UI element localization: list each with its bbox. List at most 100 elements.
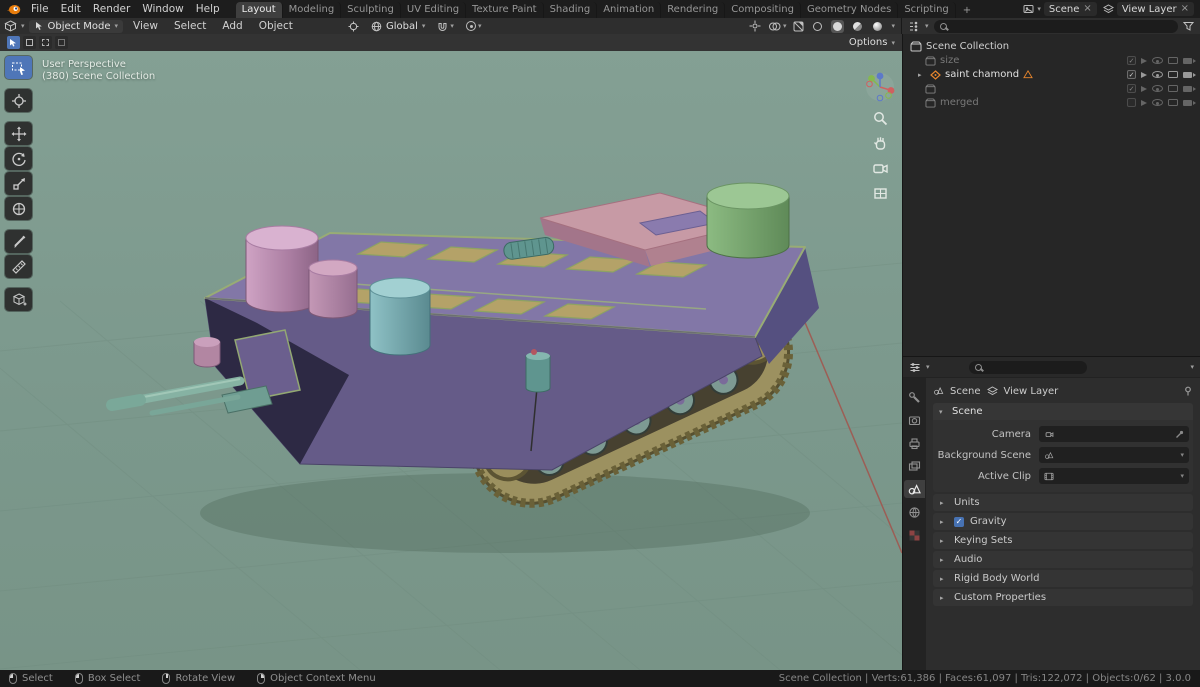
filter-icon[interactable] bbox=[1183, 21, 1194, 31]
exclude-checkbox[interactable]: ✓ bbox=[1127, 84, 1136, 93]
outliner-search-input[interactable] bbox=[950, 20, 1172, 32]
tab-sculpting[interactable]: Sculpting bbox=[341, 2, 401, 18]
outliner-editor-icon[interactable] bbox=[908, 21, 920, 32]
selectable-icon[interactable] bbox=[1141, 85, 1147, 92]
outliner-mode-caret-icon[interactable]: ▾ bbox=[925, 22, 929, 30]
properties-caret-icon[interactable]: ▾ bbox=[926, 363, 930, 371]
options-dropdown[interactable]: Options ▾ bbox=[849, 37, 895, 48]
shading-caret-icon[interactable]: ▾ bbox=[891, 22, 895, 30]
show-gizmo-toggle[interactable] bbox=[749, 20, 761, 32]
render-disable-icon[interactable] bbox=[1183, 71, 1196, 78]
scene-datablock[interactable]: Scene × bbox=[1043, 2, 1097, 16]
properties-options-caret-icon[interactable]: ▾ bbox=[1190, 363, 1194, 371]
navigation-gizmo[interactable] bbox=[865, 72, 895, 102]
outliner-row-saint-chamond[interactable]: ▸ saint chamond ✓ bbox=[903, 68, 1200, 81]
cursor-tool-button[interactable] bbox=[5, 89, 32, 112]
tab-rendering[interactable]: Rendering bbox=[661, 2, 726, 18]
tab-world-properties[interactable] bbox=[904, 503, 925, 521]
scene-browse-caret-icon[interactable]: ▾ bbox=[1037, 5, 1041, 13]
zoom-icon[interactable] bbox=[872, 110, 889, 127]
blender-logo-icon[interactable] bbox=[5, 3, 21, 16]
menu-object[interactable]: Object bbox=[253, 20, 299, 32]
pivot-point-dropdown[interactable] bbox=[348, 21, 359, 32]
viewport-3d[interactable]: Options ▾ User Perspective (380) Scene C… bbox=[0, 34, 902, 670]
section-rigid-body-world[interactable]: ▸ Rigid Body World bbox=[933, 570, 1193, 587]
tab-animation[interactable]: Animation bbox=[597, 2, 662, 18]
section-audio[interactable]: ▸ Audio bbox=[933, 551, 1193, 568]
selectable-icon[interactable] bbox=[1141, 99, 1147, 106]
section-keying-sets[interactable]: ▸ Keying Sets bbox=[933, 532, 1193, 549]
orientation-dropdown[interactable]: Global ▾ bbox=[371, 21, 425, 32]
add-workspace-button[interactable]: + bbox=[956, 3, 978, 18]
scale-tool-button[interactable] bbox=[5, 172, 32, 195]
tab-tool-properties[interactable] bbox=[904, 388, 925, 406]
breadcrumb-scene[interactable]: Scene bbox=[950, 386, 981, 397]
viewport-disable-icon[interactable] bbox=[1168, 71, 1178, 78]
tab-texture-properties[interactable] bbox=[904, 526, 925, 544]
outliner-row-collection[interactable]: ✓ bbox=[903, 82, 1200, 95]
measure-tool-button[interactable] bbox=[5, 255, 32, 278]
shading-rendered-button[interactable] bbox=[871, 20, 884, 33]
section-units[interactable]: ▸ Units bbox=[933, 494, 1193, 511]
view-layer-icon[interactable] bbox=[1102, 4, 1114, 14]
menu-help[interactable]: Help bbox=[190, 0, 226, 18]
expand-icon[interactable]: ▸ bbox=[918, 71, 926, 79]
properties-editor-icon[interactable] bbox=[909, 362, 921, 373]
pin-icon[interactable] bbox=[1183, 386, 1193, 396]
active-tool-icon[interactable] bbox=[7, 36, 20, 49]
outliner-search[interactable] bbox=[933, 19, 1178, 33]
move-tool-button[interactable] bbox=[5, 122, 32, 145]
editor-type-icon[interactable] bbox=[4, 20, 17, 32]
shading-solid-button[interactable] bbox=[831, 19, 845, 33]
background-scene-field[interactable]: ▾ bbox=[1039, 447, 1189, 463]
menu-view[interactable]: View bbox=[127, 20, 164, 32]
pan-hand-icon[interactable] bbox=[872, 135, 889, 152]
render-disable-icon[interactable] bbox=[1183, 85, 1196, 92]
tab-layout[interactable]: Layout bbox=[235, 2, 283, 18]
exclude-checkbox[interactable]: ✓ bbox=[1127, 70, 1136, 79]
menu-select[interactable]: Select bbox=[168, 20, 212, 32]
outliner-row-scene-collection[interactable]: Scene Collection bbox=[903, 40, 1200, 53]
viewport-disable-icon[interactable] bbox=[1168, 99, 1178, 106]
editor-type-caret-icon[interactable]: ▾ bbox=[21, 22, 25, 30]
eyedropper-icon[interactable] bbox=[1175, 430, 1184, 439]
render-disable-icon[interactable] bbox=[1183, 57, 1196, 64]
exclude-checkbox[interactable]: ✓ bbox=[1127, 56, 1136, 65]
hide-eye-icon[interactable] bbox=[1152, 71, 1163, 78]
mode-dropdown[interactable]: Object Mode ▾ bbox=[28, 19, 124, 33]
tab-render-properties[interactable] bbox=[904, 411, 925, 429]
tab-modeling[interactable]: Modeling bbox=[283, 2, 342, 18]
menu-window[interactable]: Window bbox=[136, 0, 189, 18]
browse-scene-icon[interactable] bbox=[1023, 4, 1034, 14]
menu-edit[interactable]: Edit bbox=[55, 0, 87, 18]
overlays-toggle[interactable]: ▾ bbox=[768, 21, 786, 32]
view-layer-remove-icon[interactable]: × bbox=[1181, 4, 1189, 14]
shading-wireframe-button[interactable] bbox=[811, 20, 824, 33]
select-mode-subtract-icon[interactable] bbox=[55, 36, 68, 49]
select-mode-new-icon[interactable] bbox=[23, 36, 36, 49]
scene-render[interactable] bbox=[0, 51, 902, 670]
hide-eye-icon[interactable] bbox=[1152, 85, 1163, 92]
viewport-disable-icon[interactable] bbox=[1168, 85, 1178, 92]
outliner-row-merged[interactable]: merged bbox=[903, 96, 1200, 109]
scene-unlink-icon[interactable]: × bbox=[1083, 4, 1091, 14]
tab-scripting[interactable]: Scripting bbox=[898, 2, 956, 18]
camera-view-icon[interactable] bbox=[872, 160, 889, 177]
proportional-editing-toggle[interactable]: ▾ bbox=[465, 21, 481, 31]
properties-search[interactable] bbox=[968, 360, 1087, 374]
active-clip-field[interactable]: ▾ bbox=[1039, 468, 1189, 484]
properties-search-input[interactable] bbox=[985, 361, 1081, 373]
exclude-checkbox[interactable] bbox=[1127, 98, 1136, 107]
breadcrumb-view-layer[interactable]: View Layer bbox=[1004, 386, 1059, 397]
xray-toggle[interactable] bbox=[793, 21, 804, 32]
section-gravity[interactable]: ▸ ✓ Gravity bbox=[933, 513, 1193, 530]
shading-material-button[interactable] bbox=[851, 20, 864, 33]
tab-compositing[interactable]: Compositing bbox=[725, 2, 801, 18]
view-layer-datablock[interactable]: View Layer × bbox=[1116, 2, 1194, 16]
scene-panel-header[interactable]: ▾ Scene bbox=[933, 403, 1193, 420]
gravity-checkbox[interactable]: ✓ bbox=[954, 516, 964, 527]
selectable-icon[interactable] bbox=[1141, 57, 1147, 64]
select-box-tool-button[interactable] bbox=[5, 56, 32, 79]
menu-add[interactable]: Add bbox=[216, 20, 248, 32]
perspective-toggle-icon[interactable] bbox=[872, 185, 889, 202]
